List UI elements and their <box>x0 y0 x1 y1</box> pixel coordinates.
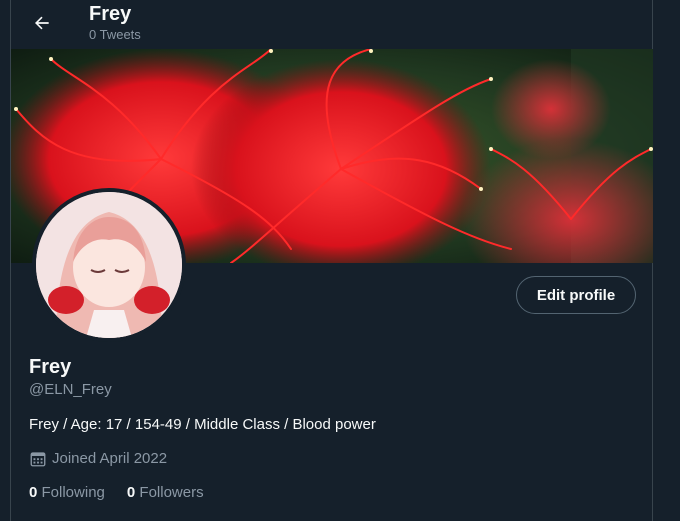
profile-display-name: Frey <box>29 356 72 378</box>
followers-link[interactable]: 0 Followers <box>127 484 204 502</box>
back-button[interactable] <box>25 6 59 40</box>
follow-stats: 0 Following 0 Followers <box>29 484 226 502</box>
following-label: Following <box>41 484 105 501</box>
edit-profile-button[interactable]: Edit profile <box>516 276 636 314</box>
followers-label: Followers <box>139 484 204 501</box>
header-title: Frey <box>89 3 132 25</box>
arrow-left-icon <box>35 16 49 30</box>
following-count: 0 <box>29 484 38 501</box>
profile-column: Frey 0 Tweets Edit profile Frey @ELN_Fre… <box>10 0 653 521</box>
joined-text: Joined April 2022 <box>52 450 168 467</box>
avatar[interactable] <box>32 188 186 342</box>
followers-count: 0 <box>126 484 136 501</box>
profile-handle: @ELN_Frey <box>29 381 112 398</box>
profile-header-bar: Frey 0 Tweets <box>11 0 652 50</box>
avatar-image <box>36 192 182 338</box>
calendar-icon <box>30 452 46 467</box>
tweet-count: 0 Tweets <box>89 27 141 42</box>
profile-bio: Frey / Age: 17 / 154-49 / Middle Class /… <box>29 416 376 433</box>
joined-date: Joined April 2022 <box>29 450 167 468</box>
following-link[interactable]: 0 Following <box>29 484 105 502</box>
